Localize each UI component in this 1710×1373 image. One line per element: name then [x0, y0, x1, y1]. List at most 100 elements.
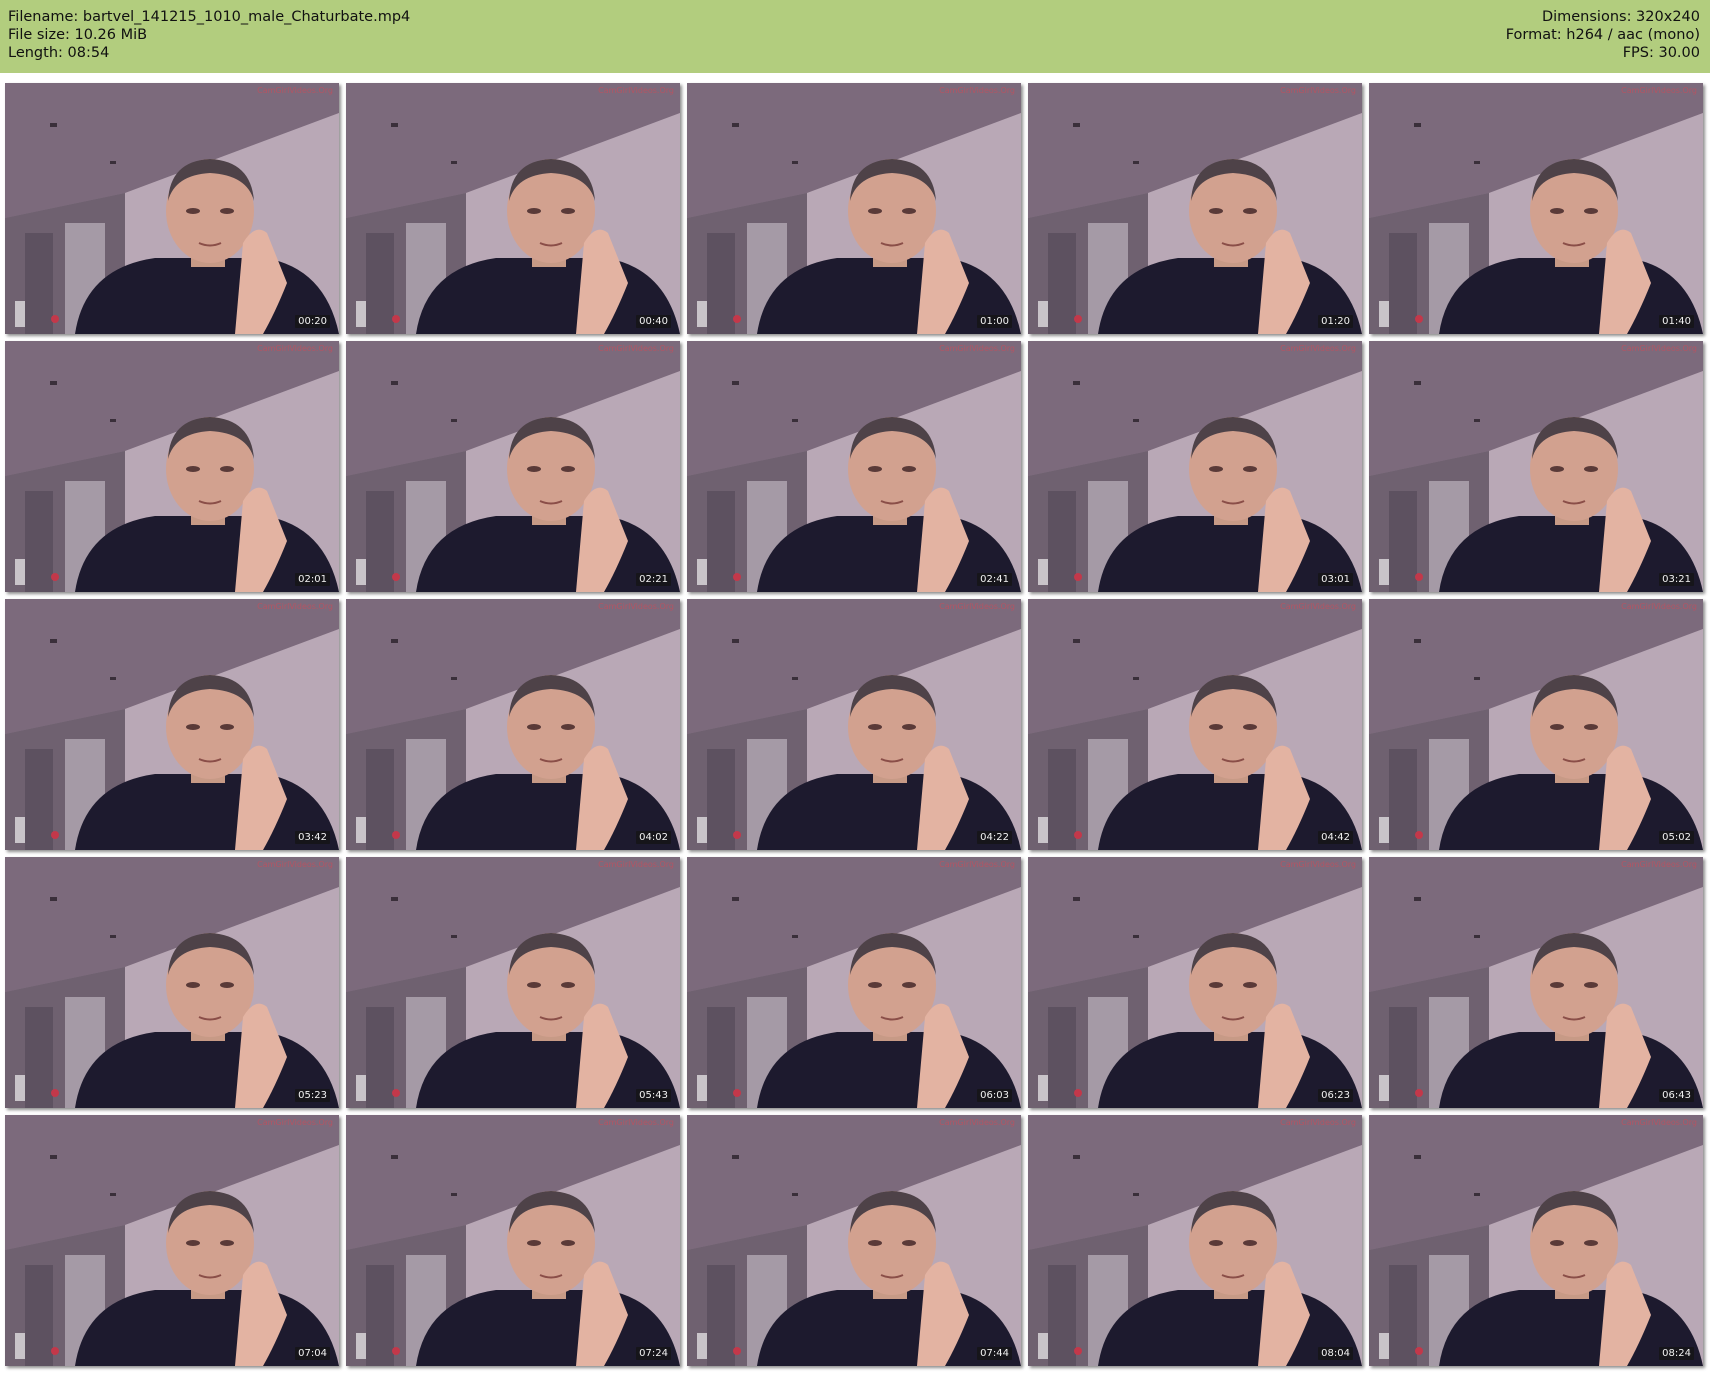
video-frame-image — [346, 83, 680, 334]
watermark-text: CamGirlVideos.Org — [939, 860, 1015, 869]
thumbnail-frame: CamGirlVideos.Org 01:40 — [1369, 83, 1703, 334]
timestamp-label: 06:23 — [1318, 1089, 1353, 1102]
thumbnail-frame: CamGirlVideos.Org 06:43 — [1369, 857, 1703, 1108]
thumbnail-frame: CamGirlVideos.Org 07:24 — [346, 1115, 680, 1366]
thumbnail-frame: CamGirlVideos.Org 07:44 — [687, 1115, 1021, 1366]
fps-text: FPS: 30.00 — [1622, 45, 1700, 61]
video-frame-image — [1028, 83, 1362, 334]
timestamp-label: 05:02 — [1659, 831, 1694, 844]
video-frame-image — [687, 1115, 1021, 1366]
thumbnail-frame: CamGirlVideos.Org 03:01 — [1028, 341, 1362, 592]
watermark-text: CamGirlVideos.Org — [257, 602, 333, 611]
watermark-text: CamGirlVideos.Org — [1280, 860, 1356, 869]
watermark-text: CamGirlVideos.Org — [598, 344, 674, 353]
watermark-text: CamGirlVideos.Org — [257, 860, 333, 869]
video-frame-image — [1369, 857, 1703, 1108]
thumbnail-frame: CamGirlVideos.Org 06:03 — [687, 857, 1021, 1108]
timestamp-label: 06:03 — [977, 1089, 1012, 1102]
file-size-text: File size: 10.26 MiB — [8, 27, 148, 43]
video-frame-image — [5, 599, 339, 850]
thumbnail-frame: CamGirlVideos.Org 07:04 — [5, 1115, 339, 1366]
thumbnail-frame: CamGirlVideos.Org 04:42 — [1028, 599, 1362, 850]
thumbnail-frame: CamGirlVideos.Org 01:00 — [687, 83, 1021, 334]
watermark-text: CamGirlVideos.Org — [1621, 1118, 1697, 1127]
watermark-text: CamGirlVideos.Org — [1280, 1118, 1356, 1127]
watermark-text: CamGirlVideos.Org — [1280, 344, 1356, 353]
thumbnail-frame: CamGirlVideos.Org 02:41 — [687, 341, 1021, 592]
video-frame-image — [1028, 1115, 1362, 1366]
video-frame-image — [1028, 599, 1362, 850]
watermark-text: CamGirlVideos.Org — [598, 86, 674, 95]
timestamp-label: 05:43 — [636, 1089, 671, 1102]
timestamp-label: 00:40 — [636, 315, 671, 328]
video-frame-image — [5, 341, 339, 592]
video-frame-image — [687, 857, 1021, 1108]
timestamp-label: 08:04 — [1318, 1347, 1353, 1360]
thumbnail-frame: CamGirlVideos.Org 02:01 — [5, 341, 339, 592]
timestamp-label: 06:43 — [1659, 1089, 1694, 1102]
watermark-text: CamGirlVideos.Org — [1621, 86, 1697, 95]
watermark-text: CamGirlVideos.Org — [939, 344, 1015, 353]
timestamp-label: 04:42 — [1318, 831, 1353, 844]
timestamp-label: 01:40 — [1659, 315, 1694, 328]
watermark-text: CamGirlVideos.Org — [939, 602, 1015, 611]
video-frame-image — [5, 857, 339, 1108]
video-frame-image — [346, 857, 680, 1108]
watermark-text: CamGirlVideos.Org — [598, 602, 674, 611]
thumbnail-grid: CamGirlVideos.Org 00:20 CamGirlVideos.Org 0… — [5, 83, 1703, 1366]
thumbnail-frame: CamGirlVideos.Org 01:20 — [1028, 83, 1362, 334]
video-frame-image — [687, 83, 1021, 334]
file-info-right: Dimensions: 320x240 Format: h264 / aac (… — [1506, 8, 1700, 62]
dimensions-text: Dimensions: 320x240 — [1541, 9, 1700, 25]
thumbnail-frame: CamGirlVideos.Org 05:02 — [1369, 599, 1703, 850]
watermark-text: CamGirlVideos.Org — [598, 1118, 674, 1127]
timestamp-label: 03:01 — [1318, 573, 1353, 586]
video-frame-image — [346, 599, 680, 850]
info-header: Filename: bartvel_141215_1010_male_Chatu… — [0, 0, 1710, 73]
timestamp-label: 04:02 — [636, 831, 671, 844]
timestamp-label: 07:04 — [295, 1347, 330, 1360]
video-frame-image — [1369, 599, 1703, 850]
watermark-text: CamGirlVideos.Org — [257, 1118, 333, 1127]
filename-text: Filename: bartvel_141215_1010_male_Chatu… — [8, 9, 411, 25]
thumbnail-frame: CamGirlVideos.Org 04:22 — [687, 599, 1021, 850]
timestamp-label: 00:20 — [295, 315, 330, 328]
timestamp-label: 01:20 — [1318, 315, 1353, 328]
watermark-text: CamGirlVideos.Org — [598, 860, 674, 869]
timestamp-label: 02:21 — [636, 573, 671, 586]
watermark-text: CamGirlVideos.Org — [1621, 344, 1697, 353]
video-frame-image — [5, 83, 339, 334]
thumbnail-frame: CamGirlVideos.Org 05:43 — [346, 857, 680, 1108]
watermark-text: CamGirlVideos.Org — [1621, 602, 1697, 611]
timestamp-label: 03:21 — [1659, 573, 1694, 586]
video-frame-image — [1369, 1115, 1703, 1366]
thumbnail-frame: CamGirlVideos.Org 03:21 — [1369, 341, 1703, 592]
thumbnail-frame: CamGirlVideos.Org 08:24 — [1369, 1115, 1703, 1366]
thumbnail-frame: CamGirlVideos.Org 04:02 — [346, 599, 680, 850]
watermark-text: CamGirlVideos.Org — [257, 344, 333, 353]
timestamp-label: 07:24 — [636, 1347, 671, 1360]
watermark-text: CamGirlVideos.Org — [939, 1118, 1015, 1127]
video-frame-image — [1369, 83, 1703, 334]
thumbnail-frame: CamGirlVideos.Org 03:42 — [5, 599, 339, 850]
thumbnail-frame: CamGirlVideos.Org 00:40 — [346, 83, 680, 334]
watermark-text: CamGirlVideos.Org — [939, 86, 1015, 95]
watermark-text: CamGirlVideos.Org — [257, 86, 333, 95]
video-frame-image — [687, 599, 1021, 850]
thumbnail-frame: CamGirlVideos.Org 06:23 — [1028, 857, 1362, 1108]
video-frame-image — [1028, 341, 1362, 592]
timestamp-label: 03:42 — [295, 831, 330, 844]
thumbnail-frame: CamGirlVideos.Org 08:04 — [1028, 1115, 1362, 1366]
watermark-text: CamGirlVideos.Org — [1621, 860, 1697, 869]
video-frame-image — [346, 341, 680, 592]
timestamp-label: 08:24 — [1659, 1347, 1694, 1360]
timestamp-label: 01:00 — [977, 315, 1012, 328]
watermark-text: CamGirlVideos.Org — [1280, 602, 1356, 611]
timestamp-label: 02:41 — [977, 573, 1012, 586]
video-frame-image — [687, 341, 1021, 592]
format-text: Format: h264 / aac (mono) — [1505, 27, 1700, 43]
timestamp-label: 02:01 — [295, 573, 330, 586]
file-info-left: Filename: bartvel_141215_1010_male_Chatu… — [8, 8, 410, 62]
thumbnail-frame: CamGirlVideos.Org 05:23 — [5, 857, 339, 1108]
video-frame-image — [1369, 341, 1703, 592]
